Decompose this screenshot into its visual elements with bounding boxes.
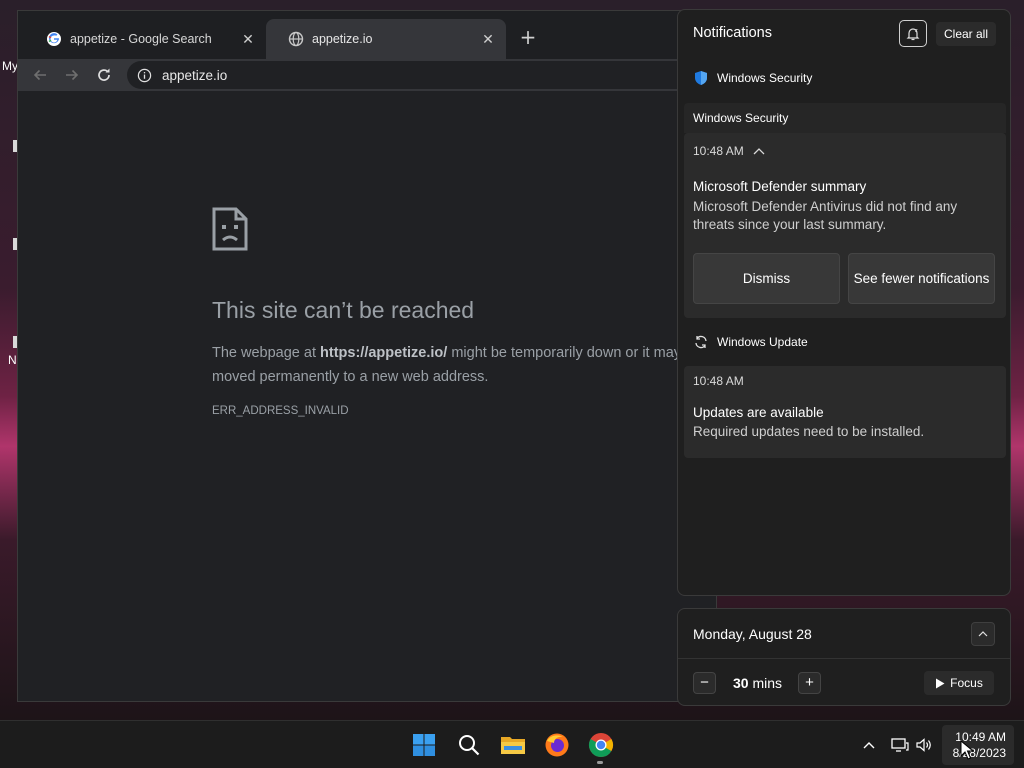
tab-strip: appetize - Google Search ✕ appetize.io ✕… [18, 11, 716, 59]
focus-label: Focus [950, 676, 983, 690]
divider [678, 658, 1010, 659]
notification-title: Microsoft Defender summary [693, 179, 867, 194]
reload-button[interactable] [92, 63, 116, 87]
browser-window: appetize - Google Search ✕ appetize.io ✕… [17, 10, 727, 702]
new-tab-button[interactable]: + [516, 26, 540, 50]
focus-minutes-unit: mins [752, 675, 783, 691]
clock-date: 8/28/2023 [952, 746, 1006, 760]
see-fewer-notifications-button[interactable]: See fewer notifications [848, 253, 995, 304]
notification-center: Notifications z Clear all Windows Securi… [677, 9, 1011, 596]
arrow-left-icon [33, 69, 46, 81]
chrome-icon [588, 733, 614, 758]
calendar-date: Monday, August 28 [693, 626, 812, 642]
tab-google-search[interactable]: appetize - Google Search ✕ [24, 19, 266, 59]
dismiss-button[interactable]: Dismiss [693, 253, 840, 304]
app-row-windows-update: Windows Update [693, 334, 808, 350]
browser-toolbar: appetize.io [18, 59, 727, 91]
sad-page-icon [212, 207, 248, 251]
desktop-label: N [8, 353, 17, 367]
network-icon [891, 738, 909, 752]
info-icon[interactable] [137, 68, 152, 83]
bell-snooze-icon: z [906, 28, 920, 40]
google-icon [47, 32, 61, 46]
calendar-panel: Monday, August 28 − 30 mins + Focus [677, 608, 1011, 706]
network-button[interactable] [890, 735, 910, 755]
focus-duration: 30 mins [733, 675, 782, 691]
back-button[interactable] [28, 63, 52, 87]
clock-time: 10:49 AM [955, 730, 1006, 744]
start-button[interactable] [410, 731, 438, 759]
tab-title: appetize.io [312, 32, 373, 46]
chevron-up-icon [863, 742, 875, 749]
calendar-collapse-button[interactable] [971, 622, 995, 646]
focus-decrease-button[interactable]: − [693, 672, 716, 694]
tab-title: appetize - Google Search [70, 32, 212, 46]
firefox-icon [545, 733, 569, 757]
search-button[interactable] [455, 731, 483, 759]
app-row-windows-security: Windows Security [693, 70, 812, 86]
firefox-button[interactable] [543, 731, 571, 759]
address-text[interactable]: appetize.io [162, 68, 227, 83]
file-explorer-icon [501, 737, 525, 754]
focus-button[interactable]: Focus [924, 671, 994, 695]
desktop-label: My [2, 59, 18, 73]
focus-increase-button[interactable]: + [798, 672, 821, 694]
do-not-disturb-button[interactable]: z [899, 20, 927, 47]
sync-icon [695, 335, 707, 349]
chevron-up-icon[interactable] [752, 146, 766, 156]
page-content: This site can’t be reached The webpage a… [18, 91, 716, 701]
address-bar[interactable]: appetize.io [127, 61, 727, 89]
shield-icon [695, 71, 707, 85]
close-tab-icon[interactable]: ✕ [240, 31, 256, 48]
svg-text:z: z [915, 28, 918, 34]
notification-time: 10:48 AM [693, 374, 744, 388]
speaker-icon [916, 738, 931, 752]
chrome-button[interactable] [587, 731, 615, 759]
clock-button[interactable]: 10:49 AM 8/28/2023 [942, 725, 1014, 765]
file-explorer-button[interactable] [499, 731, 527, 759]
time-text: 10:48 AM [693, 374, 744, 388]
app-name: Windows Security [717, 71, 813, 85]
time-text: 10:48 AM [693, 144, 744, 158]
active-app-indicator [597, 761, 603, 764]
start-icon [413, 734, 435, 756]
chevron-up-icon [978, 631, 988, 637]
error-title: This site can’t be reached [212, 297, 475, 323]
show-hidden-icons-button[interactable] [859, 735, 879, 755]
notification-time: 10:48 AM [693, 144, 766, 158]
arrow-right-icon [66, 69, 79, 81]
focus-minutes-value: 30 [733, 675, 749, 691]
globe-icon [288, 31, 304, 47]
play-icon [936, 678, 945, 688]
notification-title: Updates are available [693, 405, 824, 420]
close-tab-icon[interactable]: ✕ [480, 31, 496, 48]
tab-appetize[interactable]: appetize.io ✕ [266, 19, 506, 59]
notification-group-header[interactable]: Windows Security [684, 103, 1006, 133]
notification-body: Microsoft Defender Antivirus did not fin… [693, 199, 958, 232]
notifications-title: Notifications [693, 25, 772, 41]
notification-card-defender[interactable]: 10:48 AM Microsoft Defender summary Micr… [684, 133, 1006, 318]
search-icon [459, 735, 480, 756]
mouse-cursor-icon [960, 740, 974, 760]
reload-icon [98, 68, 110, 81]
error-description: The webpage at https://appetize.io/ migh… [212, 341, 732, 389]
forward-button[interactable] [60, 63, 84, 87]
error-text: The webpage at [212, 345, 321, 361]
clear-all-button[interactable]: Clear all [936, 22, 996, 46]
notification-body: Required updates need to be installed. [693, 424, 925, 439]
error-code: ERR_ADDRESS_INVALID [212, 405, 349, 417]
notification-card-update[interactable]: 10:48 AM Updates are available Required … [684, 366, 1006, 458]
volume-button[interactable] [914, 735, 934, 755]
error-url: https://appetize.io/ [320, 345, 448, 361]
app-name: Windows Update [717, 335, 808, 349]
taskbar: 10:49 AM 8/28/2023 [0, 720, 1024, 768]
